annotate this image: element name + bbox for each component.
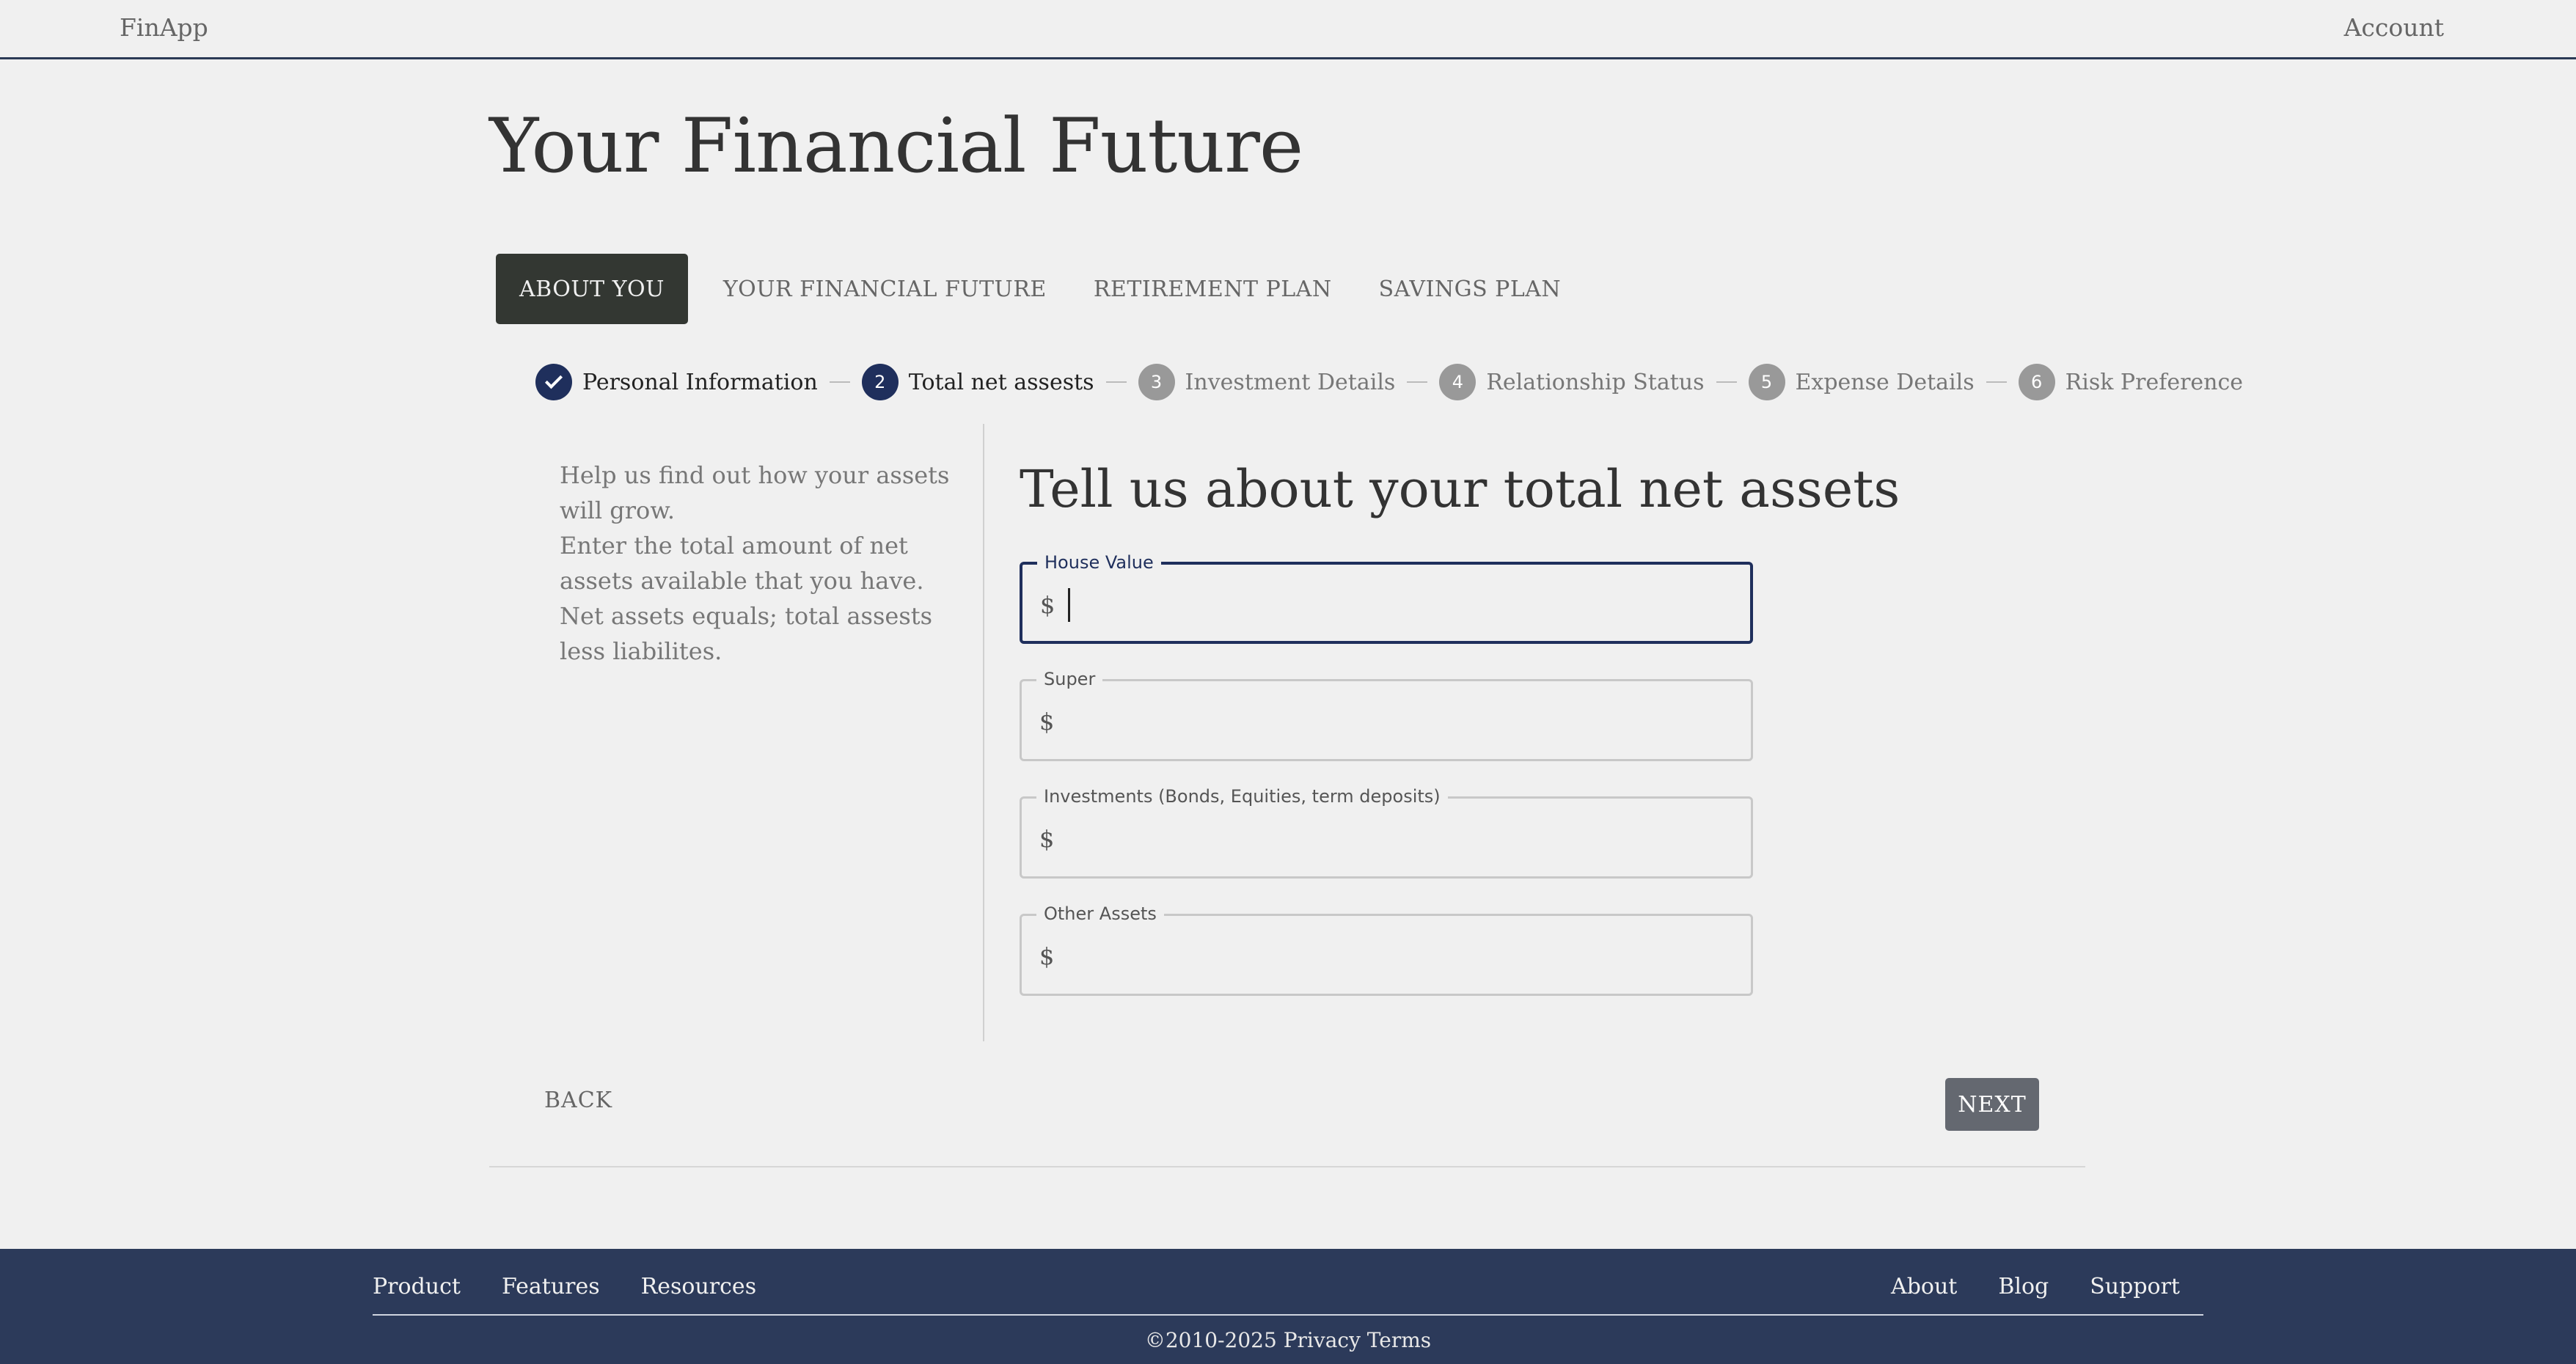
step-total-net-assets[interactable]: 2 Total net assests xyxy=(861,364,1094,400)
house-value-field[interactable]: House Value $ xyxy=(1020,551,1753,644)
step-relationship-status[interactable]: 4 Relationship Status xyxy=(1439,364,1705,400)
house-value-input[interactable] xyxy=(1064,581,1724,628)
step-number: 6 xyxy=(2018,364,2055,400)
footer-link-blog[interactable]: Blog xyxy=(1998,1274,2049,1299)
investments-input[interactable] xyxy=(1063,815,1723,862)
stepper: Personal Information 2 Total net assests… xyxy=(535,363,2243,401)
step-label: Personal Information xyxy=(582,369,818,395)
step-label: Risk Preference xyxy=(2065,369,2244,395)
help-text: Help us find out how your assets will gr… xyxy=(560,458,956,669)
footer-divider xyxy=(373,1314,2203,1316)
back-button[interactable]: BACK xyxy=(544,1088,612,1113)
vertical-divider xyxy=(983,424,984,1041)
step-connector xyxy=(1716,381,1737,383)
super-input[interactable] xyxy=(1063,697,1723,744)
step-number: 2 xyxy=(861,364,899,400)
tab-about-you[interactable]: ABOUT YOU xyxy=(496,254,688,324)
copyright: ©2010-2025 Privacy Terms xyxy=(1144,1328,1432,1352)
check-icon xyxy=(535,364,572,400)
footer: Product Features Resources About Blog Su… xyxy=(0,1249,2576,1364)
super-field[interactable]: Super $ xyxy=(1020,668,1753,761)
field-label: House Value xyxy=(1037,551,1161,573)
step-label: Expense Details xyxy=(1795,369,1975,395)
footer-link-support[interactable]: Support xyxy=(2090,1274,2180,1299)
help-line: Help us find out how your assets will gr… xyxy=(560,461,950,524)
step-number: 4 xyxy=(1439,364,1477,400)
step-connector xyxy=(1986,381,2007,383)
other-assets-field[interactable]: Other Assets $ xyxy=(1020,903,1753,996)
footer-link-about[interactable]: About xyxy=(1891,1274,1957,1299)
other-assets-input[interactable] xyxy=(1063,932,1723,979)
currency-prefix: $ xyxy=(1039,825,1055,853)
step-expense-details[interactable]: 5 Expense Details xyxy=(1748,364,1975,400)
top-bar: FinApp Account xyxy=(0,0,2576,59)
step-connector xyxy=(1105,381,1127,383)
investments-field[interactable]: Investments (Bonds, Equities, term depos… xyxy=(1020,785,1753,879)
field-label: Investments (Bonds, Equities, term depos… xyxy=(1036,785,1448,807)
horizontal-divider xyxy=(489,1166,2085,1167)
step-number: 5 xyxy=(1748,364,1785,400)
tab-your-financial-future[interactable]: YOUR FINANCIAL FUTURE xyxy=(700,254,1070,324)
main-tabs: ABOUT YOU YOUR FINANCIAL FUTURE RETIREME… xyxy=(496,254,1584,324)
help-line: Enter the total amount of net assets ava… xyxy=(560,532,933,665)
footer-links-left: Product Features Resources xyxy=(373,1274,797,1299)
footer-links-right: About Blog Support xyxy=(1850,1274,2180,1299)
tab-savings-plan[interactable]: SAVINGS PLAN xyxy=(1355,254,1585,324)
form-title: Tell us about your total net assets xyxy=(1020,459,1900,519)
step-label: Investment Details xyxy=(1185,369,1396,395)
step-risk-preference[interactable]: 6 Risk Preference xyxy=(2018,364,2244,400)
account-link[interactable]: Account xyxy=(2344,13,2444,42)
step-label: Relationship Status xyxy=(1486,369,1705,395)
page-title: Your Financial Future xyxy=(489,103,1303,190)
step-label: Total net assests xyxy=(908,369,1094,395)
currency-prefix: $ xyxy=(1040,591,1055,619)
footer-link-resources[interactable]: Resources xyxy=(641,1274,756,1299)
field-label: Other Assets xyxy=(1036,903,1164,925)
text-caret xyxy=(1068,588,1070,622)
step-number: 3 xyxy=(1138,364,1175,400)
footer-link-product[interactable]: Product xyxy=(373,1274,461,1299)
currency-prefix: $ xyxy=(1039,708,1055,736)
step-connector xyxy=(829,381,850,383)
footer-link-features[interactable]: Features xyxy=(502,1274,600,1299)
currency-prefix: $ xyxy=(1039,942,1055,970)
step-investment-details[interactable]: 3 Investment Details xyxy=(1138,364,1396,400)
next-button[interactable]: NEXT xyxy=(1945,1078,2039,1131)
brand-logo[interactable]: FinApp xyxy=(120,13,208,42)
step-connector xyxy=(1407,381,1428,383)
step-personal-information[interactable]: Personal Information xyxy=(535,364,818,400)
tab-retirement-plan[interactable]: RETIREMENT PLAN xyxy=(1070,254,1355,324)
field-label: Super xyxy=(1036,668,1103,690)
